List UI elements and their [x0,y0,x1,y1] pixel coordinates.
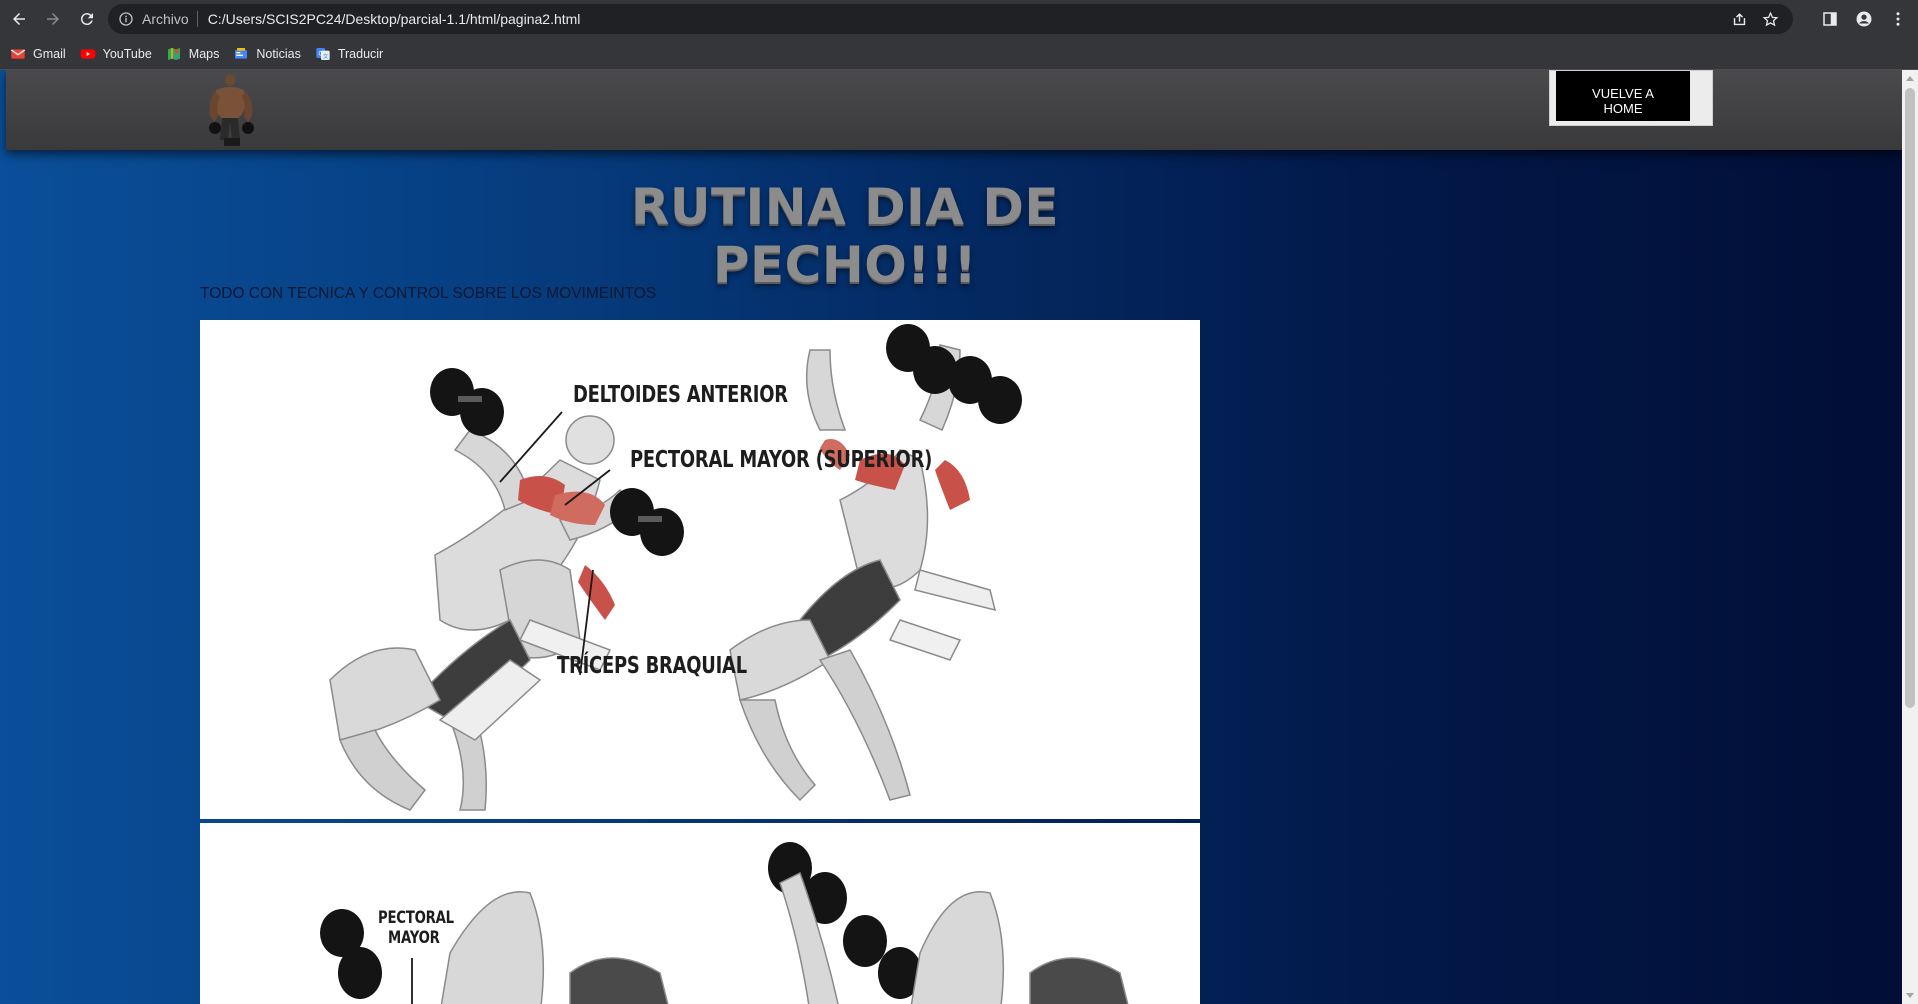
figure-left [329,415,637,811]
more-vertical-icon [1896,12,1900,26]
bookmark-gmail[interactable]: Gmail [10,46,66,62]
scheme-label: Archivo [142,11,189,27]
exercise-image-incline-press: DELTOIDES ANTERIOR PECTORAL MAYOR (SUPER… [200,320,1200,819]
news-icon [233,46,249,62]
site-header: VUELVE A HOME [6,70,1902,150]
menu-button[interactable] [1886,7,1910,31]
home-button-label-1: VUELVE A [1592,85,1654,101]
label-deltoid: DELTOIDES ANTERIOR [573,382,788,408]
youtube-icon [80,46,96,62]
reload-button[interactable] [72,4,102,34]
side-panel-button[interactable] [1818,7,1842,31]
bodybuilder-logo[interactable] [206,72,256,148]
exercise-image-chest-fly: PECTORAL MAYOR [200,823,1200,1004]
vertical-scrollbar[interactable] [1902,70,1918,1004]
url-text[interactable]: C:/Users/SCIS2PC24/Desktop/parcial-1.1/h… [208,11,581,27]
arrow-right-icon [47,13,59,25]
label-pectoral-mayor-2: MAYOR [388,928,440,948]
dumbbells-right [886,324,1022,424]
bookmark-maps[interactable]: Maps [166,46,220,62]
bookmark-label: YouTube [102,46,152,61]
profile-button[interactable] [1852,7,1876,31]
page-viewport: VUELVE A HOME RUTINA DIA DE PECHO!!! TOD… [0,70,1902,1004]
bookmark-translate[interactable]: G文 Traducir [315,46,383,62]
back-button[interactable] [4,4,34,34]
side-panel-icon [1823,12,1837,26]
browser-toolbar: Archivo C:/Users/SCIS2PC24/Desktop/parci… [0,0,1918,38]
share-icon[interactable] [1731,11,1748,28]
label-pectoral-mayor-1: PECTORAL [378,908,454,928]
forward-button[interactable] [38,4,68,34]
bookmark-label: Noticias [256,46,301,61]
arrow-left-icon [13,13,25,25]
star-icon[interactable] [1762,11,1779,28]
bookmark-news[interactable]: Noticias [233,46,301,62]
omnibox-separator [196,11,198,27]
bookmark-youtube[interactable]: YouTube [80,46,152,62]
page-title: RUTINA DIA DE PECHO!!! [630,178,1060,294]
bookmark-label: Traducir [337,46,384,61]
maps-icon [166,46,182,62]
page-subtitle: TODO CON TECNICA Y CONTROL SOBRE LOS MOV… [200,285,657,302]
home-button-label-2: HOME [1603,100,1643,116]
profile-icon [1856,11,1872,27]
label-pectoral: PECTORAL MAYOR (SUPERIOR) [630,447,933,473]
home-button-frame: VUELVE A HOME [1549,70,1713,126]
info-icon[interactable] [118,11,134,27]
translate-icon: G文 [315,46,331,62]
bookmark-label: Gmail [33,46,66,61]
reload-icon [80,13,93,26]
bookmark-label: Maps [188,46,220,61]
scrollbar-thumb[interactable] [1905,88,1915,708]
label-triceps: TRÍCEPS BRAQUIAL [557,653,747,679]
scroll-up-icon[interactable] [1906,76,1914,81]
bookmarks-bar: Gmail YouTube Maps Noticias G文 Traducir [0,38,1918,70]
gmail-icon [10,46,26,62]
scroll-down-icon[interactable] [1906,993,1914,998]
address-bar[interactable]: Archivo C:/Users/SCIS2PC24/Desktop/parci… [108,4,1793,34]
back-to-home-button[interactable]: VUELVE A HOME [1556,71,1690,121]
figure-right [729,344,997,802]
